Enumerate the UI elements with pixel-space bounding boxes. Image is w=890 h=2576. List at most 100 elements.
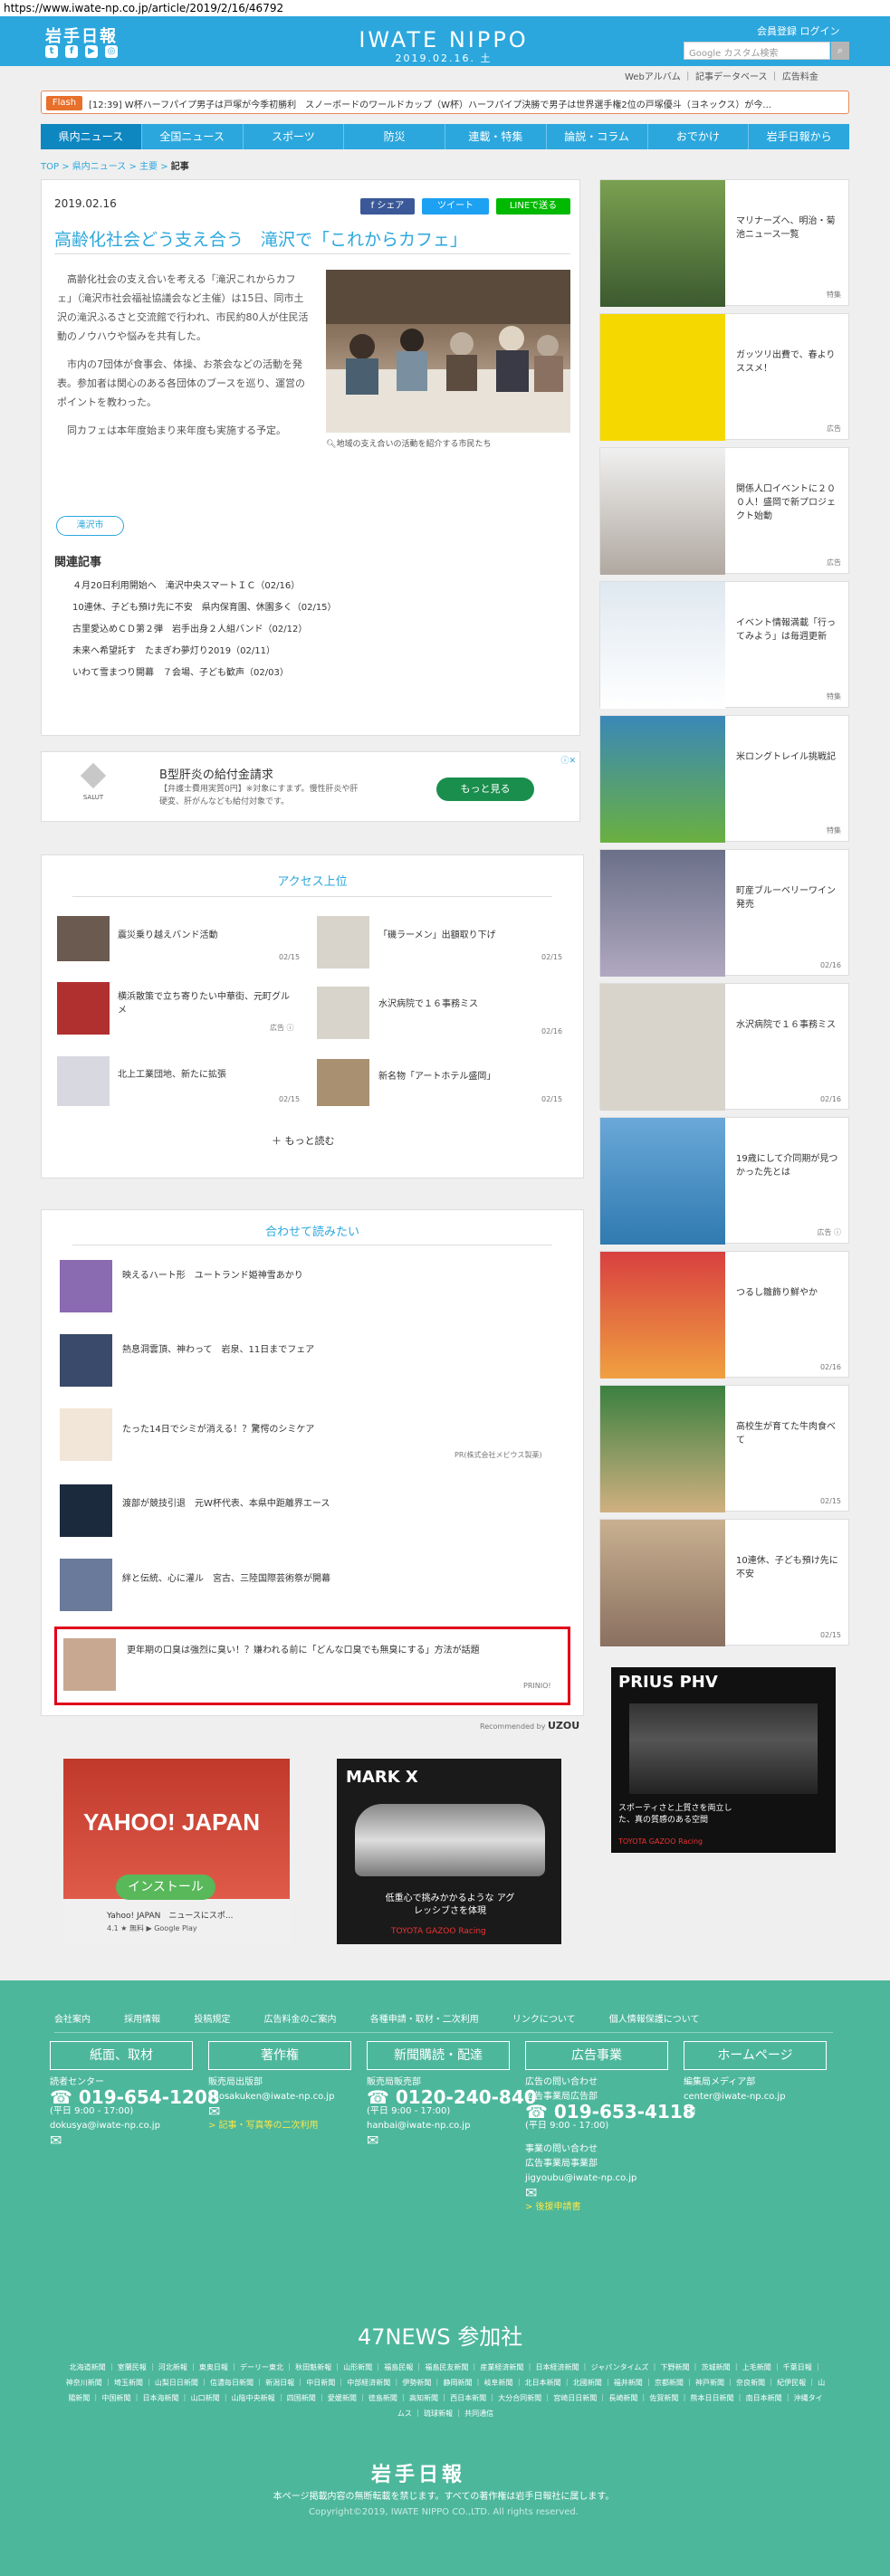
footer-cat-homepage[interactable]: ホームページ: [684, 2041, 827, 2070]
youtube-icon[interactable]: ▶: [85, 45, 98, 58]
twitter-icon[interactable]: t: [45, 45, 58, 58]
nav-item-outing[interactable]: おでかけ: [648, 124, 750, 149]
mail-icon[interactable]: ✉: [525, 2186, 695, 2200]
member-links[interactable]: 会員登録 ログイン: [757, 24, 840, 38]
rail-item[interactable]: つるし雛飾り鮮やか 02/16: [599, 1251, 849, 1379]
url-bar[interactable]: https://www.iwate-np.co.jp/article/2019/…: [0, 0, 890, 16]
facebook-share-button[interactable]: f シェア: [360, 198, 415, 215]
line-share-button[interactable]: LINEで送る: [496, 198, 570, 215]
mail-icon[interactable]: ✉: [50, 2133, 220, 2148]
search-input[interactable]: Google カスタム検索: [684, 42, 830, 60]
email-address[interactable]: center@iwate-np.co.jp: [684, 2090, 786, 2104]
ranking-thumb[interactable]: [317, 1059, 369, 1106]
markx-ad[interactable]: MARK X 低重心で挑みかかるような アグレッシブさを体現 TOYOTA GA…: [337, 1759, 561, 1944]
related-item[interactable]: 10連休、子ども預け先に不安 県内保育園、休園多く（02/15）: [72, 597, 337, 619]
ranking-title[interactable]: 北上工業団地、新たに拡張: [118, 1066, 226, 1080]
ranking-thumb[interactable]: [57, 1056, 110, 1106]
footer-links[interactable]: 会社案内 採用情報 投稿規定 広告料金のご案内 各種申請・取材・二次利用 リンク…: [54, 2011, 699, 2025]
related-item[interactable]: 未来へ希望託す たまぎわ夢灯り2019（02/11）: [72, 641, 337, 663]
recommended-thumb[interactable]: [60, 1260, 112, 1312]
mail-icon[interactable]: ✉: [684, 2104, 786, 2119]
recommended-thumb[interactable]: [60, 1408, 112, 1461]
flash-text[interactable]: [12:39] W杯ハーフパイプ男子は戸塚が今季初勝利 スノーボードのワールドカ…: [89, 97, 840, 110]
ranking-thumb[interactable]: [57, 916, 110, 961]
ad-banner[interactable]: SALUT B型肝炎の給付金請求 【弁護士費用実質0円】※対象にすまず。慢性肝炎…: [41, 751, 580, 822]
footer-cat-copyright[interactable]: 著作権: [208, 2041, 351, 2070]
phone-number[interactable]: ☎ 0120-240-840: [367, 2088, 537, 2106]
nav-item-sports[interactable]: スポーツ: [244, 124, 345, 149]
reuse-link[interactable]: > 記事・写真等の二次利用: [208, 2119, 334, 2133]
ranking-thumb[interactable]: [317, 916, 369, 968]
ranking-thumb[interactable]: [57, 982, 110, 1035]
facebook-icon[interactable]: f: [65, 45, 78, 58]
highlighted-recommended-item[interactable]: [54, 1627, 570, 1705]
install-button[interactable]: インストール: [116, 1875, 215, 1900]
ranking-thumb[interactable]: [317, 987, 369, 1039]
nav-item-editorial[interactable]: 論説・コラム: [547, 124, 648, 149]
ranking-title[interactable]: 新名物「アートホテル盛岡」: [378, 1068, 495, 1082]
footer-cat-subscription[interactable]: 新聞購読・配達: [367, 2041, 510, 2070]
related-item[interactable]: ４月20日利用開始へ 滝沢中央スマートＩＣ（02/16）: [72, 576, 337, 597]
read-more-button[interactable]: ＋ もっと読む: [272, 1133, 335, 1148]
email-address[interactable]: jigyoubu@iwate-np.co.jp: [525, 2171, 695, 2186]
email-address[interactable]: hanbai@iwate-np.co.jp: [367, 2119, 537, 2133]
ranking-title[interactable]: 横浜散策で立ち寄りたい中華街、元町グルメ: [118, 990, 294, 1017]
rail-item[interactable]: 10連休、子ども預け先に不安 02/15: [599, 1519, 849, 1646]
rail-item[interactable]: 米ロングトレイル挑戦記 特集: [599, 715, 849, 843]
recommended-title[interactable]: 渡部が競技引退 元W杯代表、本県中距離界エース: [122, 1495, 330, 1509]
nav-item-from-nippo[interactable]: 岩手日報から: [749, 124, 849, 149]
breadcrumb-sub[interactable]: 主要: [139, 162, 158, 172]
rail-item[interactable]: 町産ブルーベリーワイン発売 02/16: [599, 849, 849, 977]
footer-cat-paper[interactable]: 紙面、取材: [50, 2041, 193, 2070]
sponsor-link[interactable]: > 後援申請書: [525, 2200, 695, 2215]
ranking-title[interactable]: 水沢病院で１６事務ミス: [378, 996, 478, 1009]
rail-item[interactable]: イベント情報満載「行ってみよう」は毎週更新 特集: [599, 581, 849, 709]
phone-number[interactable]: ☎ 019-653-4118: [525, 2103, 695, 2121]
nav-item-national[interactable]: 全国ニュース: [142, 124, 244, 149]
prius-ad[interactable]: PRIUS PHV スポーティさと上質さを両立した、真の質感のある空間 TOYO…: [611, 1667, 836, 1853]
related-item[interactable]: 古里愛込めＣＤ第２弾 岩手出身２人組バンド（02/12）: [72, 619, 337, 641]
recommended-title[interactable]: 映えるハート形 ユートランド姫神雪あかり: [122, 1267, 303, 1281]
ad-more-button[interactable]: もっと見る: [436, 778, 534, 801]
sub-links[interactable]: Webアルバム ｜ 記事データベース ｜ 広告料金: [625, 69, 818, 82]
breadcrumb-category[interactable]: 県内ニュース: [72, 162, 127, 172]
search-button[interactable]: ⌕: [831, 42, 849, 60]
47news-member-list[interactable]: 北海道新聞 ｜ 室蘭民報 ｜ 河北新報 ｜ 東奥日報 ｜ デーリー東北 ｜ 秋田…: [65, 2360, 826, 2421]
mail-icon[interactable]: ✉: [367, 2133, 537, 2148]
rail-item[interactable]: 関係人口イベントに２００人！盛岡で新プロジェクト始動 広告: [599, 447, 849, 575]
nav-item-local[interactable]: 県内ニュース: [41, 124, 142, 149]
nav-item-series[interactable]: 連載・特集: [445, 124, 547, 149]
tag-takizawa[interactable]: 滝沢市: [56, 516, 124, 536]
footer-logo[interactable]: 岩手日報: [371, 2458, 465, 2487]
ranking-title[interactable]: 震災乗り越えバンド活動: [118, 927, 218, 940]
breadcrumb-top[interactable]: TOP: [41, 162, 59, 172]
recommended-title[interactable]: たった14日でシミが消える！？驚愕のシミケア: [122, 1421, 314, 1435]
rail-item[interactable]: マリナーズへ、明治・菊池ニュース一覧 特集: [599, 179, 849, 307]
rail-item[interactable]: 高校生が育てた牛肉食べて 02/15: [599, 1385, 849, 1512]
rail-item[interactable]: 19歳にして介同期が見つかった先とは 広告 ⓘ: [599, 1117, 849, 1245]
ranking-title[interactable]: 「磯ラーメン」出額取り下げ: [378, 927, 496, 940]
article-photo[interactable]: [326, 270, 570, 433]
footer-cat-ads[interactable]: 広告事業: [525, 2041, 668, 2070]
recommended-title[interactable]: 絆と伝統、心に灌ル 宮古、三陸国際芸術祭が開幕: [122, 1570, 330, 1584]
nav-item-disaster[interactable]: 防災: [344, 124, 445, 149]
recommended-thumb[interactable]: [60, 1484, 112, 1537]
flash-news-bar[interactable]: Flash [12:39] W杯ハーフパイプ男子は戸塚が今季初勝利 スノーボード…: [41, 91, 849, 114]
rail-item[interactable]: 水沢病院で１６事務ミス 02/16: [599, 983, 849, 1111]
recommended-thumb[interactable]: [63, 1638, 116, 1691]
related-item[interactable]: いわて雪まつり開幕 ７会場、子ども歓声（02/03）: [72, 663, 337, 684]
instagram-icon[interactable]: ◎: [105, 45, 118, 58]
recommended-title[interactable]: 更年期の口臭は強烈に臭い！？嫌われる前に「どんな口臭でも無臭にする」方法が話題: [127, 1643, 561, 1658]
site-logo-main[interactable]: IWATE NIPPO 2019.02.16. 土: [358, 27, 530, 64]
recommended-thumb[interactable]: [60, 1334, 112, 1387]
yahoo-ad[interactable]: YAHOO! JAPAN インストール Yahoo! JAPAN ニュースにスポ…: [63, 1759, 290, 1944]
email-address[interactable]: chosakuken@iwate-np.co.jp: [208, 2090, 334, 2104]
mail-icon[interactable]: ✉: [208, 2104, 334, 2119]
phone-number[interactable]: ☎ 019-654-1208: [50, 2088, 220, 2106]
site-logo-small[interactable]: 岩手日報: [45, 24, 118, 47]
recommended-title[interactable]: 熱息洞雲頂、神わって 岩泉、11日までフェア: [122, 1341, 314, 1355]
email-address[interactable]: dokusya@iwate-np.co.jp: [50, 2119, 220, 2133]
recommended-thumb[interactable]: [60, 1559, 112, 1611]
twitter-share-button[interactable]: ツイート: [422, 198, 489, 215]
ad-choices-icon[interactable]: ⓘ✕: [560, 754, 576, 766]
